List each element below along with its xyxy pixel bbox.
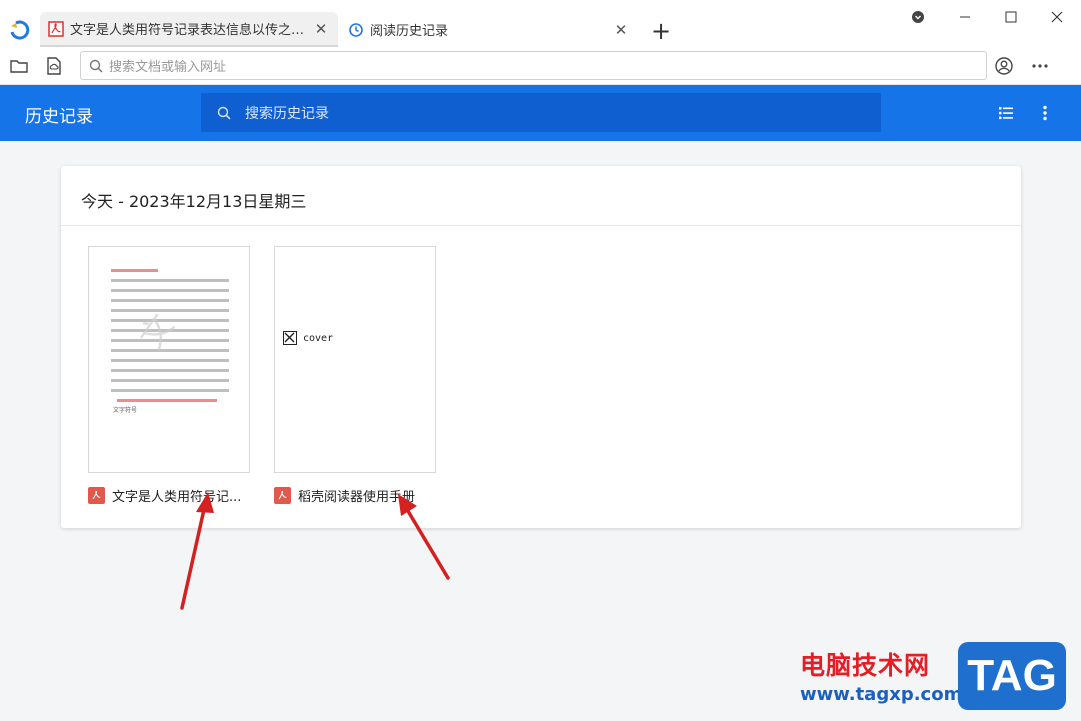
close-icon	[1051, 11, 1063, 23]
app-logo-icon[interactable]	[8, 18, 32, 42]
tag-badge: TAG	[958, 642, 1066, 710]
pdf-icon	[274, 487, 291, 504]
folder-icon[interactable]	[9, 56, 29, 76]
tab-label: 文字是人类用符号记录表达信息以传之久远...	[70, 23, 312, 38]
maximize-icon	[1005, 11, 1017, 23]
history-icon	[349, 22, 363, 37]
minimize-icon	[960, 16, 970, 18]
more-vertical-icon[interactable]	[1036, 104, 1054, 122]
pdf-icon	[88, 487, 105, 504]
chevron-down-circle-icon	[912, 11, 924, 23]
site-watermark-logo: 电脑技术网 www.tagxp.com TAG	[796, 642, 1076, 717]
address-placeholder: 搜索文档或输入网址	[109, 60, 227, 75]
image-alt-text: cover	[303, 332, 334, 344]
document-name: 文字是人类用符号记...	[112, 490, 242, 505]
search-icon	[89, 59, 103, 73]
tab-strip: 文字是人类用符号记录表达信息以传之久远... ✕ 阅读历史记录 ✕ +	[0, 0, 1081, 47]
day-heading: 今天 - 2023年12月13日星期三	[81, 192, 307, 211]
history-search-placeholder: 搜索历史记录	[245, 105, 329, 122]
tab-label: 阅读历史记录	[370, 24, 449, 39]
close-window-button[interactable]	[1034, 6, 1080, 28]
new-tab-button[interactable]: +	[648, 17, 674, 45]
account-icon[interactable]	[994, 56, 1014, 76]
divider	[61, 225, 1021, 226]
address-input[interactable]: 搜索文档或输入网址	[80, 51, 987, 80]
cloud-document-icon[interactable]	[44, 56, 64, 76]
document-name-link[interactable]: 文字是人类用符号记...	[88, 486, 241, 505]
search-icon	[217, 106, 231, 120]
history-search-input[interactable]: 搜索历史记录	[201, 93, 881, 132]
page-title: 历史记录	[25, 107, 93, 127]
broken-image-placeholder: cover	[283, 331, 333, 345]
history-header: 历史记录 搜索历史记录	[0, 85, 1081, 141]
pdf-icon	[48, 20, 64, 37]
broken-image-icon	[283, 331, 297, 345]
tab-reading-history[interactable]: 阅读历史记录 ✕	[340, 12, 638, 47]
profile-dropdown-button[interactable]	[895, 6, 941, 28]
history-day-card: 今天 - 2023年12月13日星期三 文 文字符号 cover 文字是人类用符…	[61, 166, 1021, 528]
address-toolbar: 搜索文档或输入网址	[0, 47, 1081, 85]
document-thumbnail[interactable]: 文 文字符号	[88, 246, 250, 473]
close-icon[interactable]: ✕	[312, 20, 330, 38]
more-horizontal-icon[interactable]	[1030, 56, 1050, 76]
site-name: 电脑技术网	[800, 651, 931, 680]
tab-document[interactable]: 文字是人类用符号记录表达信息以传之久远... ✕	[40, 12, 338, 47]
maximize-button[interactable]	[988, 6, 1034, 28]
document-name: 稻壳阅读器使用手册	[298, 490, 416, 505]
minimize-button[interactable]	[942, 6, 988, 28]
document-name-link[interactable]: 稻壳阅读器使用手册	[274, 486, 415, 505]
close-icon[interactable]: ✕	[612, 21, 630, 39]
document-thumbnail[interactable]: cover	[274, 246, 436, 473]
site-url: www.tagxp.com	[800, 684, 963, 705]
preview-caption: 文字符号	[113, 407, 138, 414]
list-view-icon[interactable]	[997, 104, 1015, 122]
